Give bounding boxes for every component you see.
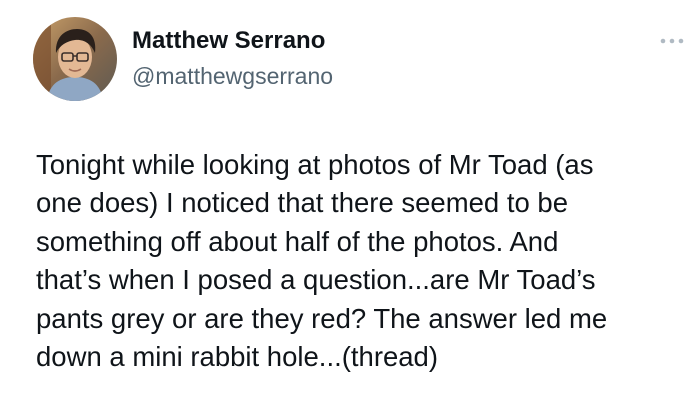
tweet-text-line: pants grey or are they red? The answer l… (36, 302, 608, 334)
tweet-text-line: down a mini rabbit hole...(thread) (36, 341, 439, 373)
tweet-text-line: Tonight while looking at photos of Mr To… (36, 149, 594, 180)
tweet-text-line: that’s when I posed a question...are Mr … (36, 264, 596, 296)
tweet-text-line: something off about half of the photos. … (36, 225, 559, 257)
tweet-text-line: one does) I noticed that there seemed to… (36, 187, 569, 219)
user-handle[interactable]: @matthewgserrano (132, 61, 333, 91)
tweet-text: Tonight while looking at photos of Mr To… (36, 146, 694, 376)
avatar-image (33, 17, 117, 101)
avatar[interactable] (33, 17, 117, 101)
display-name[interactable]: Matthew Serrano (132, 25, 325, 57)
more-horizontal-icon (660, 38, 684, 44)
more-options-button[interactable] (658, 34, 686, 46)
